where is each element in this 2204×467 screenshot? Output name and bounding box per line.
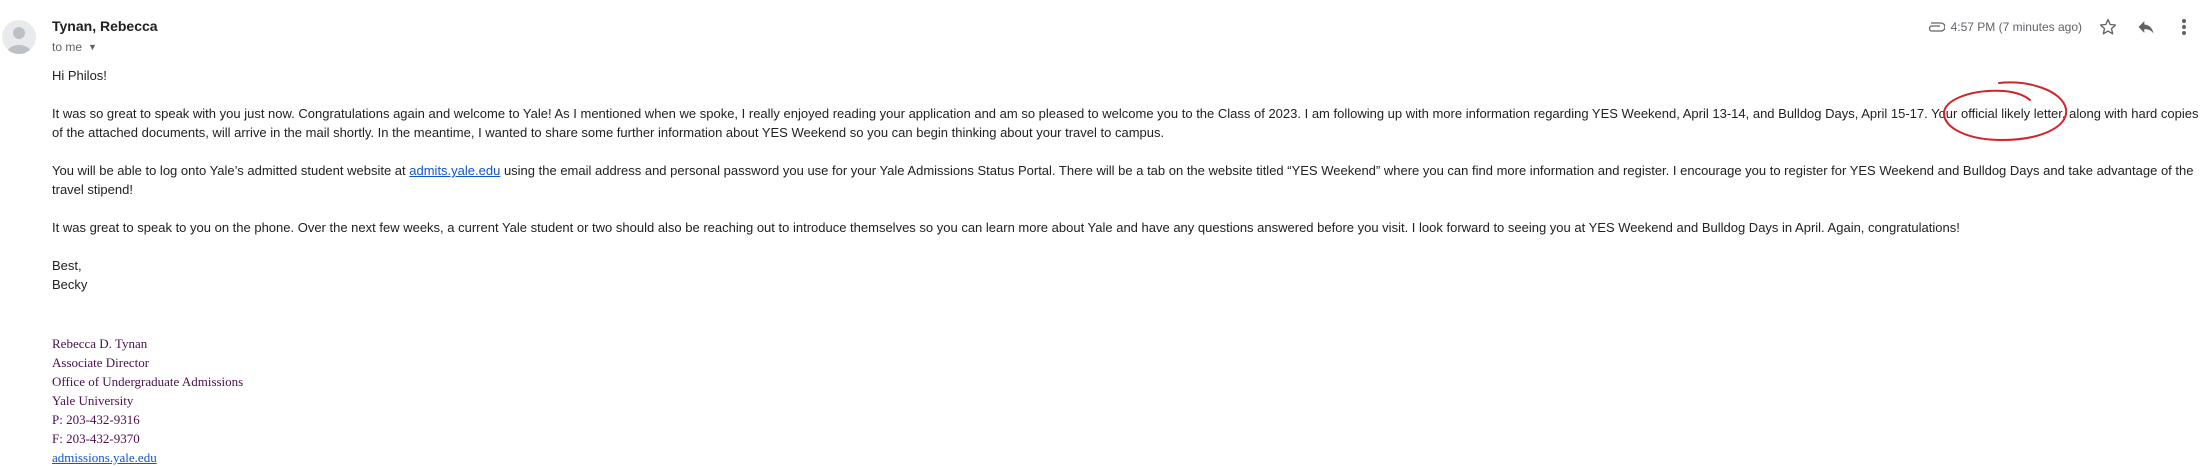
- recipient-label: to me: [52, 40, 83, 54]
- star-icon[interactable]: [2096, 15, 2120, 39]
- email-signature: Rebecca D. Tynan Associate Director Offi…: [52, 334, 243, 467]
- signature-title: Associate Director: [52, 355, 150, 370]
- greeting: Hi Philos!: [52, 68, 107, 83]
- signature-fax: F: 203-432-9370: [52, 431, 140, 446]
- signature-phone: P: 203-432-9316: [52, 412, 140, 427]
- message-timestamp: 4:57 PM (7 minutes ago): [1950, 20, 2082, 34]
- closing: Best,: [52, 258, 82, 273]
- sender-name[interactable]: Tynan, Rebecca: [52, 18, 158, 34]
- signature-office: Office of Undergraduate Admissions: [52, 374, 244, 389]
- message-meta: 4:57 PM (7 minutes ago): [1927, 16, 2196, 38]
- admissions-website-link[interactable]: admissions.yale.edu: [52, 450, 157, 465]
- body-paragraph-1: It was so great to speak with you just n…: [52, 106, 2199, 140]
- signature-university: Yale University: [52, 393, 134, 408]
- more-vertical-icon[interactable]: [2172, 15, 2196, 39]
- admits-website-link[interactable]: admits.yale.edu: [409, 163, 500, 178]
- recipient-details-toggle[interactable]: to me ▼: [52, 40, 97, 54]
- message-body: Hi Philos! It was so great to speak with…: [52, 66, 2202, 294]
- attachment-icon: [1927, 20, 1945, 34]
- sender-short-name: Becky: [52, 277, 88, 292]
- reply-icon[interactable]: [2134, 15, 2158, 39]
- sender-avatar[interactable]: [2, 20, 36, 54]
- paragraph-2-text-start: You will be able to log onto Yale’s admi…: [52, 163, 410, 178]
- signature-name: Rebecca D. Tynan: [52, 336, 148, 351]
- body-paragraph-3: It was great to speak to you on the phon…: [52, 220, 1960, 235]
- chevron-down-icon[interactable]: ▼: [88, 42, 97, 52]
- body-paragraph-2: You will be able to log onto Yale’s admi…: [52, 161, 2202, 199]
